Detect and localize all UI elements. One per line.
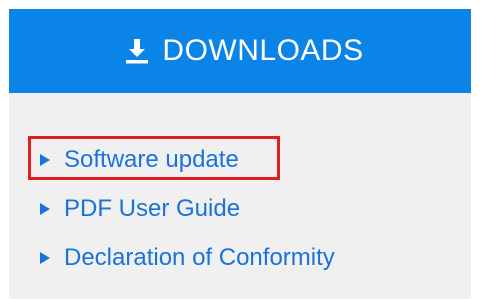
link-label: Declaration of Conformity [64, 244, 335, 271]
downloads-header: DOWNLOADS [9, 9, 471, 93]
downloads-title: DOWNLOADS [162, 34, 364, 67]
link-label: Software update [64, 146, 239, 173]
pdf-user-guide-link[interactable]: PDF User Guide [31, 197, 240, 221]
download-icon [126, 39, 149, 64]
downloads-header-content: DOWNLOADS [122, 36, 363, 66]
declaration-of-conformity-link[interactable]: Declaration of Conformity [31, 246, 335, 270]
link-label: PDF User Guide [64, 195, 241, 222]
downloads-panel: DOWNLOADS Software update PDF User Guide… [9, 9, 471, 299]
triangle-right-icon [40, 203, 50, 215]
triangle-right-icon [40, 154, 50, 166]
triangle-right-icon [40, 252, 50, 264]
software-update-link[interactable]: Software update [31, 148, 239, 172]
